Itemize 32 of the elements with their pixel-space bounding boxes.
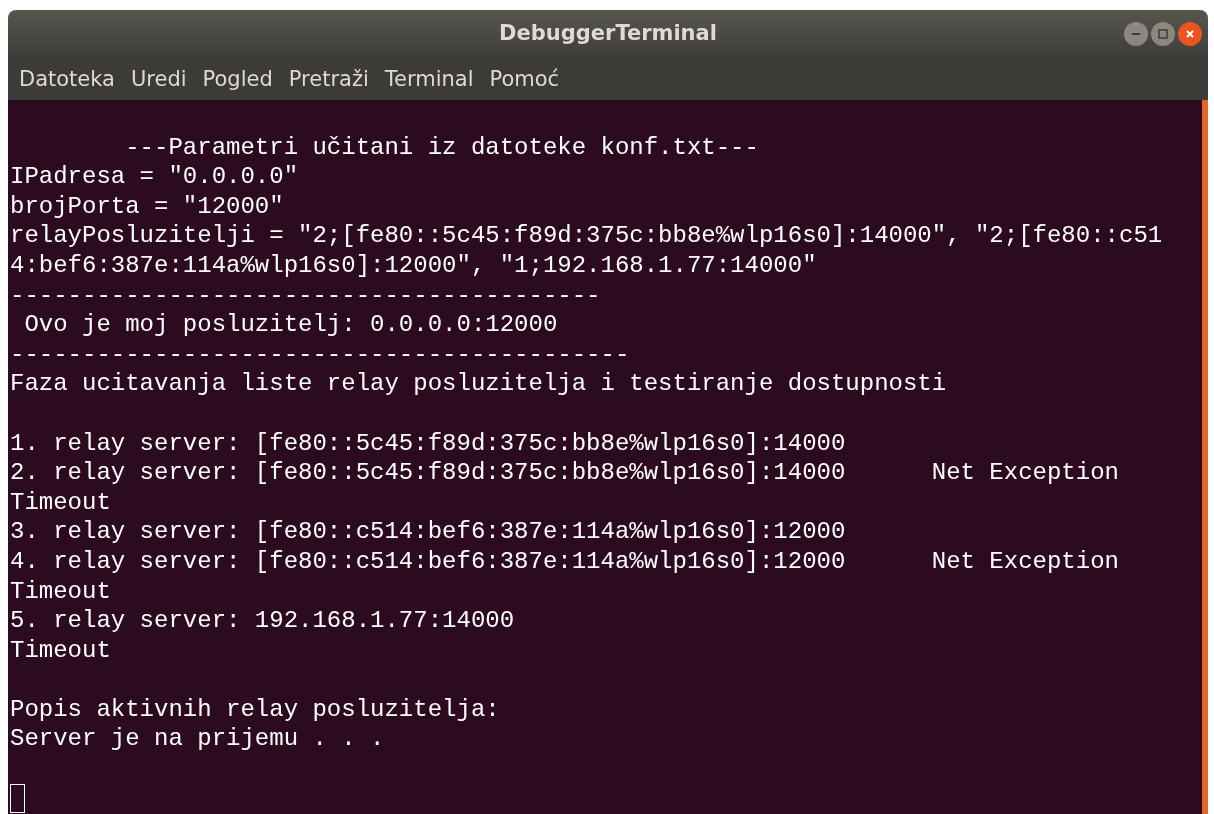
terminal-line: Server je na prijemu . . . xyxy=(10,724,385,755)
terminal-line: Faza ucitavanja liste relay posluzitelja i testiranje dostupnosti xyxy=(10,369,947,399)
terminal-line: Timeout xyxy=(10,487,111,518)
close-button[interactable] xyxy=(1178,22,1202,46)
terminal-line: ------------------------------------------- xyxy=(10,339,630,370)
minimize-button[interactable] xyxy=(1124,22,1148,46)
terminal-line: Popis aktivnih relay posluzitelja: xyxy=(10,694,500,725)
menu-item[interactable]: Pogled xyxy=(202,68,273,90)
window-title: DebuggerTerminal xyxy=(499,20,717,48)
terminal-line: brojPorta = "12000" xyxy=(10,191,284,222)
terminal-line: 2. relay server: [fe80::5c45:f89d:375c:bb8e%wlp16s0]:14000 Net Exception xyxy=(10,458,1119,488)
terminal-line: Ovo je moj posluzitelj: 0.0.0.0:12000 xyxy=(23,310,558,340)
terminal-line: 3. relay server: [fe80::c514:bef6:387e:114a%wlp16s0]:12000 xyxy=(10,517,846,547)
menu-item[interactable]: Pomoć xyxy=(489,68,560,90)
terminal-line: 4:bef6:387e:114a%wlp16s0]:12000", "1;192.168.1.77:14000" xyxy=(10,250,817,281)
terminal-line: 1. relay server: [fe80::5c45:f89d:375c:bb8e%wlp16s0]:14000 xyxy=(10,428,846,459)
terminal-line: Timeout xyxy=(10,635,111,666)
terminal-line: 4. relay server: [fe80::c514:bef6:387e:114a%wlp16s0]:12000 Net Exception xyxy=(10,546,1119,577)
close-icon xyxy=(1184,28,1196,40)
text-cursor xyxy=(10,783,25,813)
terminal-line: IPadresa = "0.0.0.0" xyxy=(10,162,299,192)
maximize-icon xyxy=(1157,28,1169,40)
terminal-line: 5. relay server: 192.168.1.77:14000 xyxy=(10,606,515,636)
menu-item[interactable]: Terminal xyxy=(384,68,474,90)
menu-item[interactable]: Uredi xyxy=(130,68,187,90)
terminal-line: ---Parametri učitani iz datoteke konf.txt--- xyxy=(124,132,759,163)
menu-item[interactable]: Pretraži xyxy=(288,68,369,90)
terminal-line: ----------------------------------------- xyxy=(10,280,601,311)
terminal-line: relayPosluzitelji = "2;[fe80::5c45:f89d:375c:bb8e%wlp16s0]:14000", "2;[fe80::c51 xyxy=(10,221,1163,251)
terminal-line: Timeout xyxy=(10,576,111,607)
menu-item[interactable]: Datoteka xyxy=(19,68,115,90)
scrollbar[interactable] xyxy=(1202,100,1208,814)
